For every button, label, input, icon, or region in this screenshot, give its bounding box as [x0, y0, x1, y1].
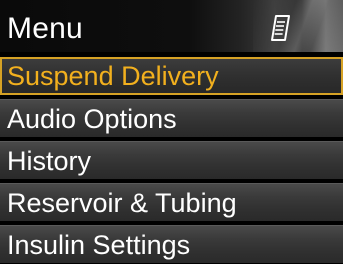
menu-item-audio-options[interactable]: Audio Options [0, 99, 343, 137]
menu-item-insulin-settings[interactable]: Insulin Settings [0, 225, 343, 263]
menu-list: Suspend Delivery Audio Options History R… [0, 57, 343, 264]
menu-item-label: Insulin Settings [7, 230, 191, 260]
menu-header: Menu [0, 0, 343, 52]
header-sheen [253, 0, 343, 52]
menu-item-history[interactable]: History [0, 141, 343, 179]
menu-item-reservoir-tubing[interactable]: Reservoir & Tubing [0, 183, 343, 221]
menu-item-label: Suspend Delivery [7, 61, 219, 91]
page-title: Menu [7, 12, 83, 45]
menu-item-label: History [7, 146, 92, 176]
pump-screen: Menu Suspend Delivery Audio Options Hist… [0, 0, 343, 264]
menu-item-label: Audio Options [7, 104, 177, 134]
menu-item-label: Reservoir & Tubing [7, 188, 237, 218]
notepad-icon [271, 15, 290, 41]
menu-item-suspend-delivery[interactable]: Suspend Delivery [0, 57, 343, 95]
